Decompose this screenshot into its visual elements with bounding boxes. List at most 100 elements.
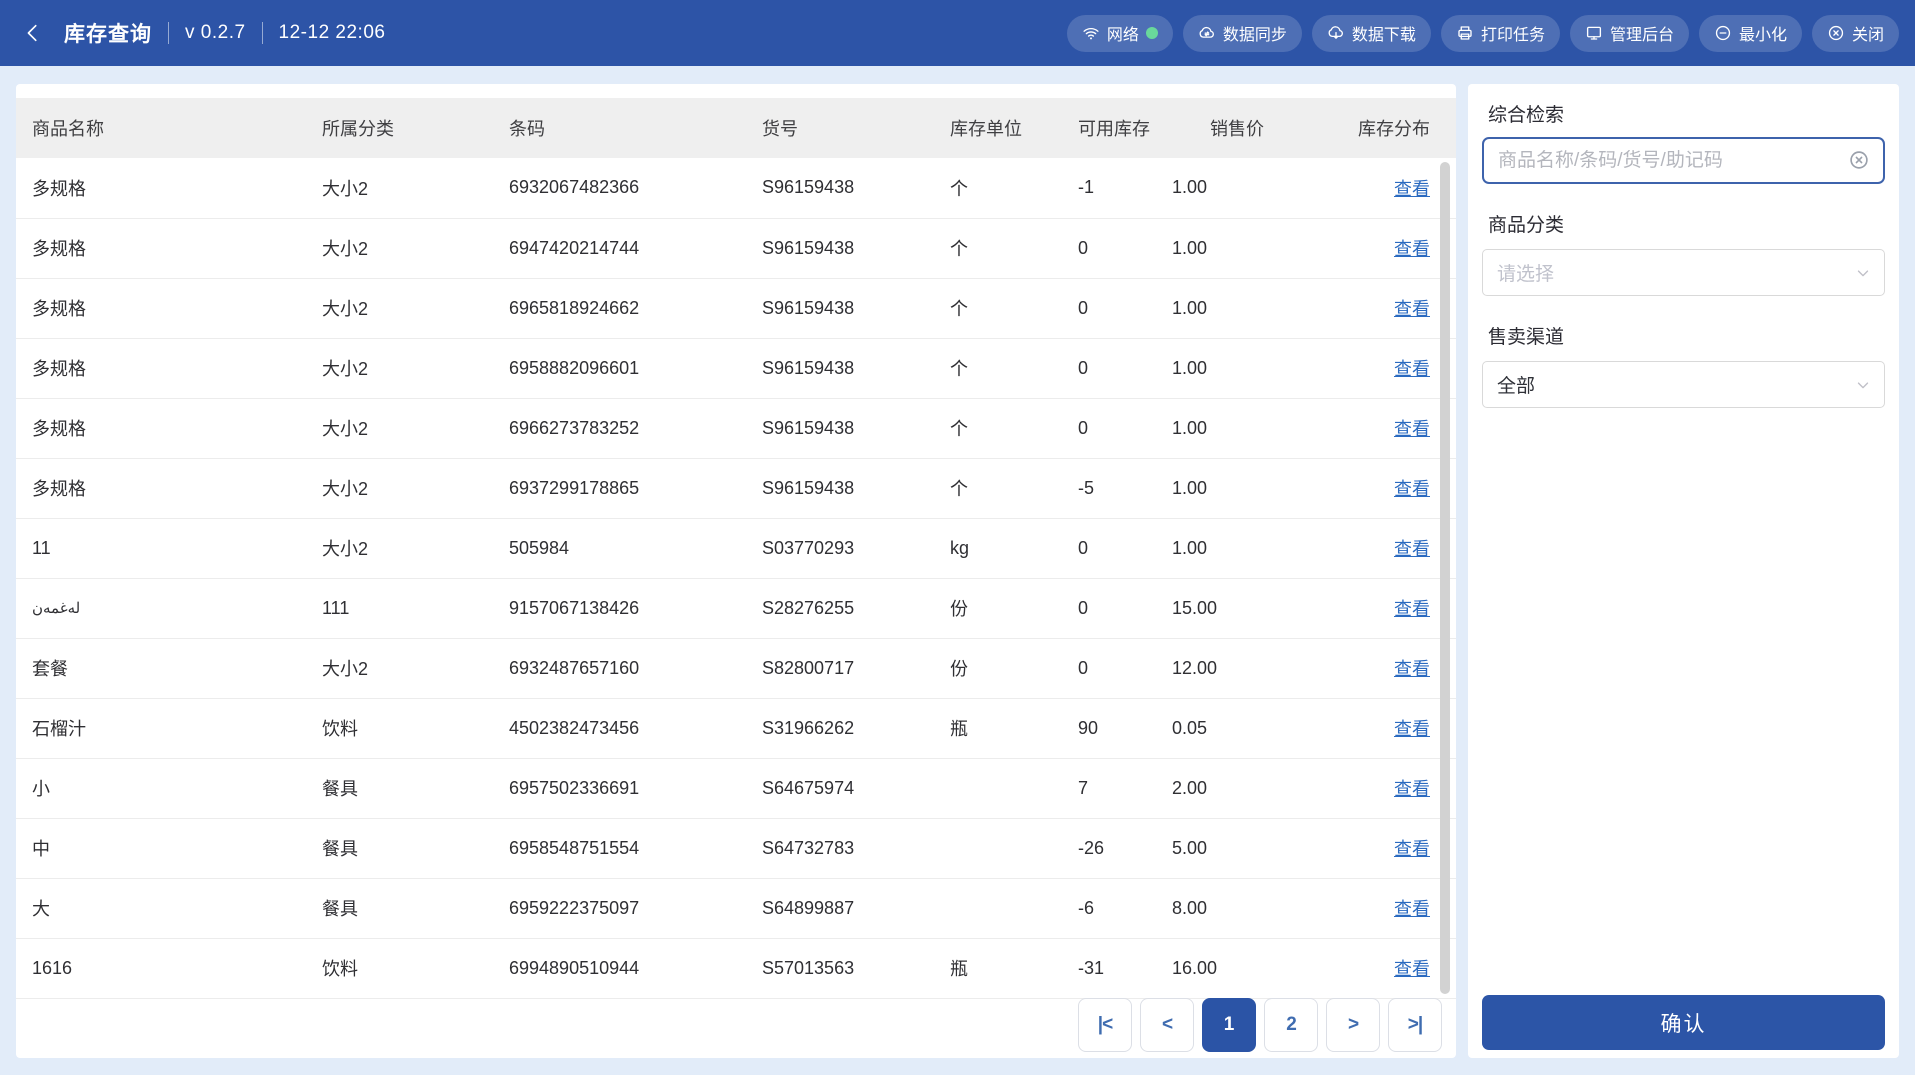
cell-category: 111 <box>322 578 509 638</box>
cell-price: 15.00 <box>1172 578 1290 638</box>
cell-distribution: 查看 <box>1290 818 1456 878</box>
view-stock-link[interactable]: 查看 <box>1394 239 1430 259</box>
cell-stock: 0 <box>1078 518 1172 578</box>
view-stock-link[interactable]: 查看 <box>1394 299 1430 319</box>
cell-unit: 个 <box>950 458 1078 518</box>
cell-category: 饮料 <box>322 698 509 758</box>
print-jobs-button-label: 打印任务 <box>1481 21 1545 45</box>
page-button-2[interactable]: 2 <box>1264 998 1318 1052</box>
table-row: 多规格大小26966273783252S96159438个01.00查看 <box>16 398 1456 458</box>
cell-product-name: 多规格 <box>16 458 322 518</box>
close-button[interactable]: 关闭 <box>1812 15 1899 52</box>
admin-panel-button[interactable]: 管理后台 <box>1570 15 1689 52</box>
view-stock-link[interactable]: 查看 <box>1394 959 1430 979</box>
table-row: 套餐大小26932487657160S82800717份012.00查看 <box>16 638 1456 698</box>
topbar-actions: 网络数据同步数据下载 打印任务 管理后台 最小化关闭 <box>1067 15 1899 52</box>
clear-search-button[interactable] <box>1847 149 1871 173</box>
view-stock-link[interactable]: 查看 <box>1394 719 1430 739</box>
cell-item-no: S64675974 <box>762 758 950 818</box>
col-header-unit: 库存单位 <box>950 98 1078 158</box>
cell-unit: 个 <box>950 158 1078 218</box>
filter-sidebar: 综合检索 商品分类 请选择 售卖渠道 全部 确认 <box>1468 84 1899 1058</box>
cell-unit <box>950 878 1078 938</box>
online-status-dot <box>1146 27 1158 39</box>
network-button[interactable]: 网络 <box>1067 15 1173 52</box>
cell-barcode: 9157067138426 <box>509 578 762 638</box>
category-select[interactable]: 请选择 <box>1482 249 1885 296</box>
cell-stock: 0 <box>1078 578 1172 638</box>
table-row: 小餐具6957502336691S6467597472.00查看 <box>16 758 1456 818</box>
view-stock-link[interactable]: 查看 <box>1394 419 1430 439</box>
search-label: 综合检索 <box>1488 100 1885 127</box>
cell-stock: 0 <box>1078 278 1172 338</box>
back-button[interactable] <box>18 18 48 48</box>
cell-stock: 0 <box>1078 398 1172 458</box>
last-page-button[interactable]: >| <box>1388 998 1442 1052</box>
table-header-row: 商品名称 所属分类 条码 货号 库存单位 可用库存 销售价 库存分布 <box>16 98 1456 158</box>
cell-price: 1.00 <box>1172 158 1290 218</box>
confirm-button[interactable]: 确认 <box>1482 995 1885 1050</box>
view-stock-link[interactable]: 查看 <box>1394 179 1430 199</box>
col-header-price: 销售价 <box>1172 98 1290 158</box>
cell-item-no: S28276255 <box>762 578 950 638</box>
cell-barcode: 6932067482366 <box>509 158 762 218</box>
channel-select[interactable]: 全部 <box>1482 361 1885 408</box>
search-input[interactable] <box>1498 150 1839 172</box>
cell-item-no: S96159438 <box>762 158 950 218</box>
cell-unit <box>950 758 1078 818</box>
admin-panel-button-label: 管理后台 <box>1610 21 1674 45</box>
cell-barcode: 6958548751554 <box>509 818 762 878</box>
print-jobs-button[interactable]: 打印任务 <box>1441 15 1560 52</box>
cell-item-no: S64899887 <box>762 878 950 938</box>
view-stock-link[interactable]: 查看 <box>1394 779 1430 799</box>
chevron-down-icon <box>1854 376 1872 394</box>
view-stock-link[interactable]: 查看 <box>1394 359 1430 379</box>
cell-item-no: S96159438 <box>762 458 950 518</box>
cell-stock: -5 <box>1078 458 1172 518</box>
cell-barcode: 6932487657160 <box>509 638 762 698</box>
view-stock-link[interactable]: 查看 <box>1394 599 1430 619</box>
search-box <box>1482 137 1885 184</box>
view-stock-link[interactable]: 查看 <box>1394 539 1430 559</box>
prev-page-button[interactable]: < <box>1140 998 1194 1052</box>
cell-category: 餐具 <box>322 818 509 878</box>
table-row: 多规格大小26932067482366S96159438个-11.00查看 <box>16 158 1456 218</box>
cell-barcode: 6937299178865 <box>509 458 762 518</box>
data-sync-button[interactable]: 数据同步 <box>1183 15 1302 52</box>
cell-stock: -31 <box>1078 938 1172 998</box>
cloud-download-icon <box>1327 24 1345 42</box>
cell-unit: 瓶 <box>950 698 1078 758</box>
view-stock-link[interactable]: 查看 <box>1394 899 1430 919</box>
page-title: 库存查询 <box>64 18 152 48</box>
spacer <box>1482 408 1885 995</box>
view-stock-link[interactable]: 查看 <box>1394 659 1430 679</box>
cell-stock: -1 <box>1078 158 1172 218</box>
cell-product-name: 多规格 <box>16 338 322 398</box>
cell-stock: -6 <box>1078 878 1172 938</box>
view-stock-link[interactable]: 查看 <box>1394 839 1430 859</box>
table-scrollbar[interactable] <box>1440 162 1450 994</box>
view-stock-link[interactable]: 查看 <box>1394 479 1430 499</box>
divider <box>262 22 263 44</box>
cell-product-name: 多规格 <box>16 398 322 458</box>
table-row: 大餐具6959222375097S64899887-68.00查看 <box>16 878 1456 938</box>
page-button-1[interactable]: 1 <box>1202 998 1256 1052</box>
cell-product-name: 大 <box>16 878 322 938</box>
inventory-table-card: 商品名称 所属分类 条码 货号 库存单位 可用库存 销售价 库存分布 多规格大小… <box>16 84 1456 1058</box>
first-page-button[interactable]: |< <box>1078 998 1132 1052</box>
cell-price: 2.00 <box>1172 758 1290 818</box>
cell-barcode: 6966273783252 <box>509 398 762 458</box>
cell-price: 1.00 <box>1172 458 1290 518</box>
data-download-button[interactable]: 数据下载 <box>1312 15 1431 52</box>
pagination: |< < 1 2 > >| <box>1078 998 1442 1052</box>
col-header-product-name: 商品名称 <box>16 98 322 158</box>
col-header-item-no: 货号 <box>762 98 950 158</box>
cell-barcode: 6957502336691 <box>509 758 762 818</box>
cell-category: 餐具 <box>322 878 509 938</box>
category-select-value: 请选择 <box>1497 259 1854 286</box>
cell-distribution: 查看 <box>1290 338 1456 398</box>
cell-barcode: 505984 <box>509 518 762 578</box>
cell-distribution: 查看 <box>1290 158 1456 218</box>
minimize-button[interactable]: 最小化 <box>1699 15 1802 52</box>
next-page-button[interactable]: > <box>1326 998 1380 1052</box>
